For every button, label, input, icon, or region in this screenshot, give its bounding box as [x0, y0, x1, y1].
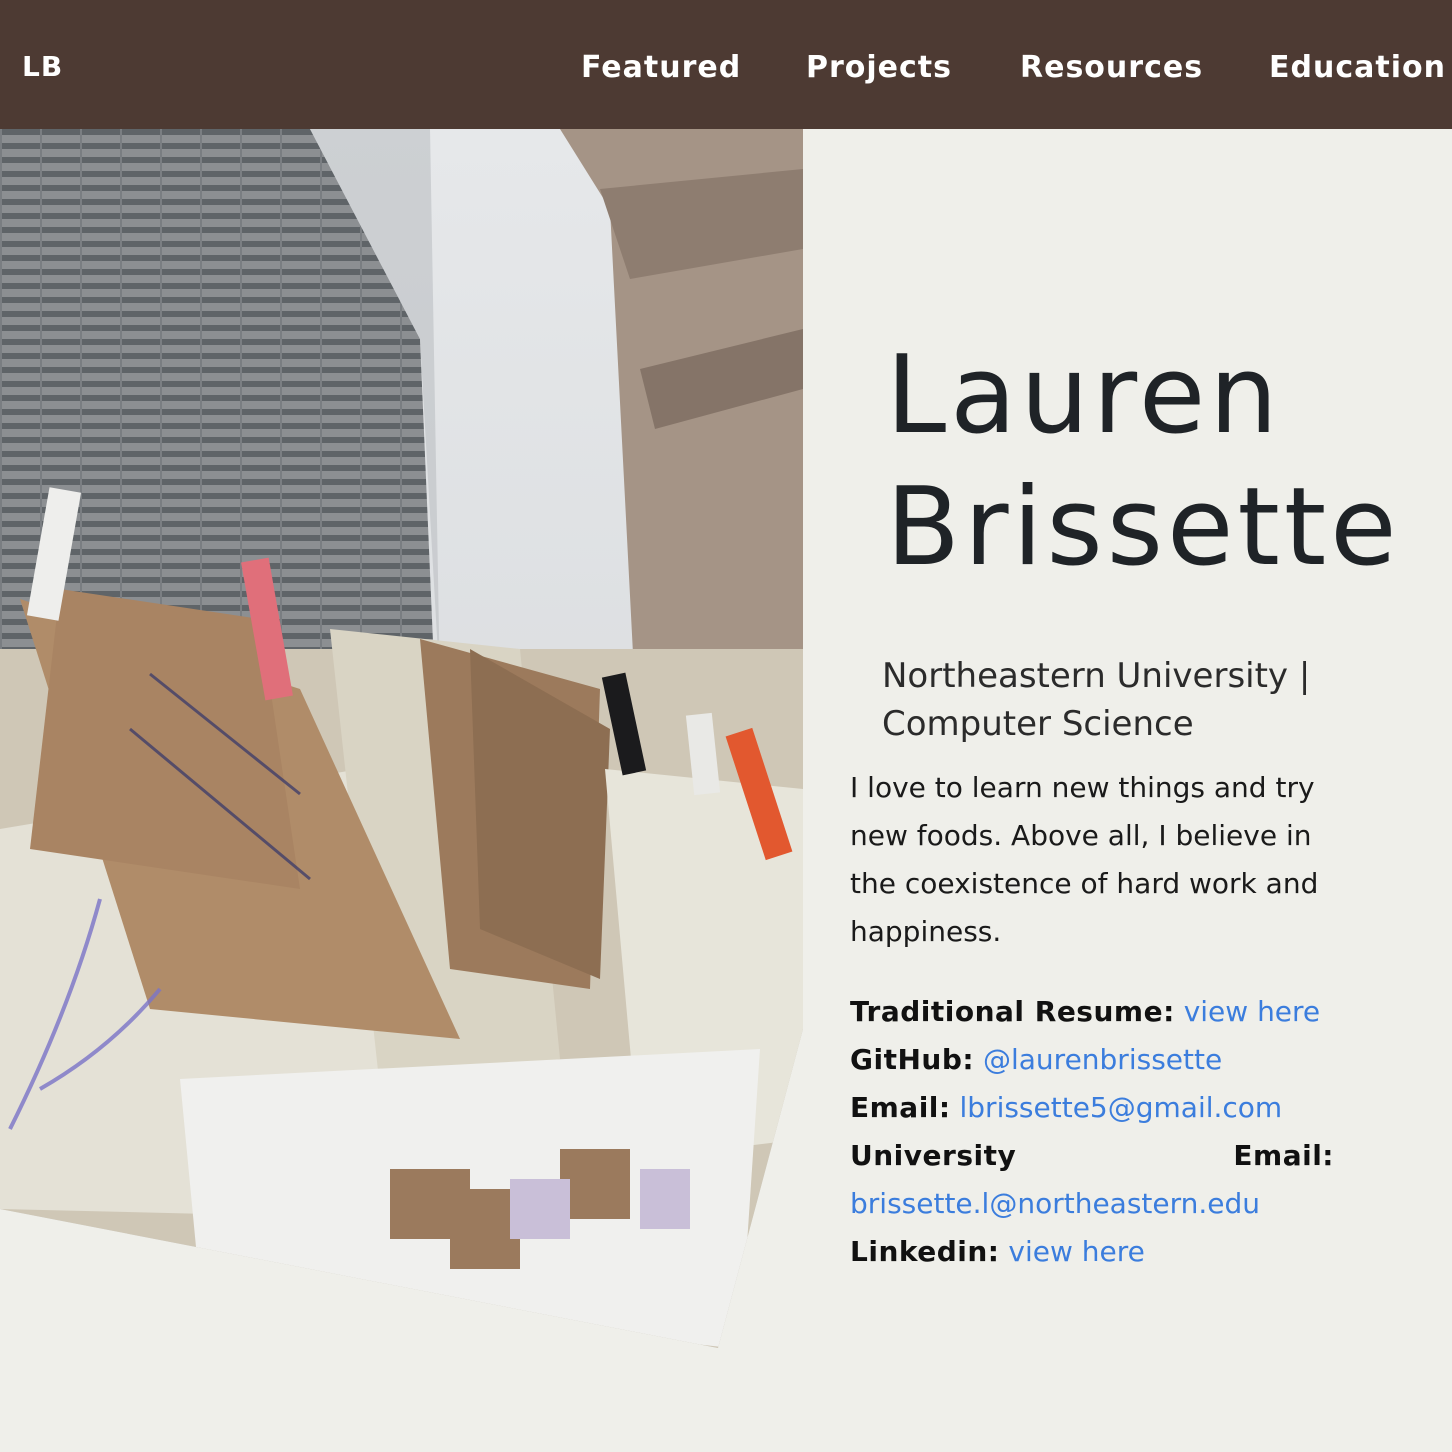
nav-link-featured[interactable]: Featured	[581, 50, 741, 85]
email-label: Email:	[850, 1091, 951, 1124]
contact-row-email: Email: lbrissette5@gmail.com	[850, 1084, 1334, 1132]
email-link[interactable]: lbrissette5@gmail.com	[960, 1091, 1283, 1124]
top-navbar: LB Featured Projects Resources Education	[0, 0, 1452, 129]
profile-name-heading: Lauren Brissette	[886, 330, 1401, 594]
contact-list: Traditional Resume: view here GitHub: @l…	[850, 988, 1334, 1276]
nav-link-education[interactable]: Education	[1269, 50, 1446, 85]
profile-bio: I love to learn new things and try new f…	[850, 771, 1319, 948]
github-label: GitHub:	[850, 1043, 975, 1076]
hero-photo	[0, 129, 803, 1348]
linkedin-label: Linkedin:	[850, 1235, 1000, 1268]
brand-logo-link[interactable]: LB	[22, 50, 63, 83]
university-email-link[interactable]: brissette.l@northeastern.edu	[850, 1187, 1260, 1220]
nav-link-projects[interactable]: Projects	[806, 50, 952, 85]
profile-subtitle: Northeastern University | Computer Scien…	[882, 656, 1311, 744]
nav-link-resources[interactable]: Resources	[1020, 50, 1203, 85]
contact-row-github: GitHub: @laurenbrissette	[850, 1036, 1334, 1084]
github-link[interactable]: @laurenbrissette	[983, 1043, 1222, 1076]
university-email-label-first: University	[850, 1139, 1017, 1172]
contact-row-university-email: University Email:	[850, 1132, 1334, 1180]
first-name: Lauren	[886, 333, 1282, 458]
contact-row-linkedin: Linkedin: view here	[850, 1228, 1334, 1276]
linkedin-link[interactable]: view here	[1008, 1235, 1144, 1268]
contact-row-resume: Traditional Resume: view here	[850, 988, 1334, 1036]
resume-label: Traditional Resume:	[850, 995, 1175, 1028]
clothesline-notes-photo-icon	[0, 129, 803, 1348]
resume-link[interactable]: view here	[1184, 995, 1320, 1028]
contact-row-university-email-link: brissette.l@northeastern.edu	[850, 1180, 1334, 1228]
last-name: Brissette	[886, 465, 1401, 590]
university-email-label-second: Email:	[1233, 1139, 1334, 1172]
